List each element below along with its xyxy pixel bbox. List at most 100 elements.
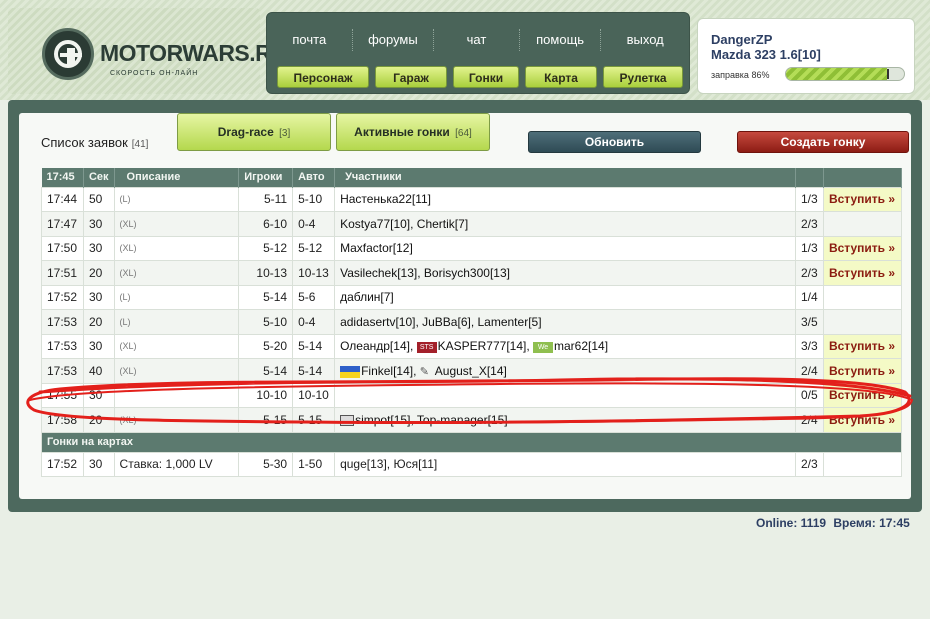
row-sec: 20 — [82, 309, 115, 335]
logo-text[interactable]: MOTORWARS.RU — [100, 40, 288, 67]
table-row[interactable]: 17:52 30 Ставка: 1,000 LV 5-30 1-50 quge[13],… — [41, 451, 903, 477]
table-row[interactable]: 17:44 50 (L) 5-11 5-10 Настенька22[11] 1/3 Всту… — [41, 186, 903, 212]
participant-link[interactable]: simpot[15], Top-manager[15] — [355, 413, 508, 427]
nav-button-races[interactable]: Гонки — [453, 66, 519, 88]
row-players: 10-10 — [238, 382, 294, 408]
row-auto: 0-4 — [292, 309, 336, 335]
row-desc: (L) — [113, 309, 240, 335]
clan-badge-icon: We — [533, 341, 554, 353]
header-join — [823, 168, 903, 187]
row-participants: даблин[7] — [334, 284, 796, 310]
row-players: 5-20 — [238, 333, 294, 359]
row-desc: (XL) — [113, 235, 240, 261]
participant-link[interactable]: adidasertv[10], JuBBa[6], Lamenter[5] — [340, 315, 541, 329]
row-count: 2/4 — [794, 358, 824, 384]
header-players[interactable]: Игроки — [238, 168, 294, 187]
join-button[interactable]: Вступить » — [822, 235, 903, 261]
row-auto: 0-4 — [292, 211, 336, 237]
participant-link[interactable]: Maxfactor[12] — [340, 241, 413, 255]
map-row-participants[interactable]: quge[13], Юся[11] — [334, 451, 796, 477]
header-auto[interactable]: Авто — [292, 168, 336, 187]
participant-link[interactable]: Настенька22[11] — [340, 192, 431, 206]
join-button[interactable]: Вступить » — [822, 358, 903, 384]
user-car[interactable]: Mazda 323 1.6[10] — [711, 47, 821, 62]
join-button[interactable]: Вступить » — [822, 382, 903, 408]
map-row-sec: 30 — [82, 451, 115, 477]
tab-active-races-label: Активные гонки — [354, 125, 450, 139]
row-time: 17:53 — [41, 358, 84, 384]
online-count: Online: 1119 — [756, 516, 827, 530]
nav-bottom-buttons: Персонаж Гараж Гонки Карта Рулетка — [277, 66, 683, 88]
fuel-progress-fill — [786, 68, 888, 80]
nav-link-mail[interactable]: почта — [267, 29, 353, 51]
list-title[interactable]: Список заявок [41] — [41, 135, 148, 150]
nav-link-chat[interactable]: чат — [434, 29, 520, 51]
participant-link[interactable]: KASPER777[14], — [438, 339, 533, 353]
tab-drag-race[interactable]: Drag-race [3] — [177, 113, 331, 151]
participant-link[interactable]: Kostya77[10], Chertik[7] — [340, 217, 468, 231]
row-participants: adidasertv[10], JuBBa[6], Lamenter[5] — [334, 309, 796, 335]
row-desc: (XL) — [113, 358, 240, 384]
row-participants: Олеандр[14], STS KASPER777[14], We mar62[1… — [334, 333, 796, 359]
participant-link[interactable]: Vasilechek[13], Borisych300[13] — [340, 266, 510, 280]
nav-button-character[interactable]: Персонаж — [277, 66, 369, 88]
table-row[interactable]: 17:50 30 (XL) 5-12 5-12 Maxfactor[12] 1/3 Вступ… — [41, 235, 903, 261]
table-row[interactable]: 17:55 30 10-10 10-10 0/5 Вступить » — [41, 382, 903, 408]
refresh-button[interactable]: Обновить — [528, 131, 701, 153]
nav-link-help[interactable]: помощь — [520, 29, 602, 51]
participant-link[interactable]: даблин[7] — [340, 290, 394, 304]
row-sec: 30 — [82, 211, 115, 237]
row-count: 1/4 — [794, 284, 824, 310]
header-participants[interactable]: Участники — [334, 168, 796, 187]
header-sec[interactable]: Сек — [83, 168, 115, 187]
join-button[interactable]: Вступить » — [822, 407, 903, 433]
join-button[interactable]: Вступить » — [822, 186, 903, 212]
row-desc: (L) — [113, 284, 240, 310]
table-row[interactable]: 17:53 30 (XL) 5-20 5-14 Олеандр[14], STS KASPE… — [41, 333, 903, 359]
join-button[interactable]: Вступить » — [822, 333, 903, 359]
row-auto: 5-12 — [292, 235, 336, 261]
header-desc[interactable]: Описание — [114, 168, 240, 187]
join-empty — [822, 284, 903, 310]
nav-link-forums[interactable]: форумы — [353, 29, 435, 51]
nav-link-logout[interactable]: выход — [601, 29, 689, 51]
row-players: 10-13 — [238, 260, 294, 286]
logo-icon[interactable] — [42, 28, 94, 80]
participant-link[interactable]: Finkel[14], — [361, 364, 420, 378]
row-count: 3/5 — [794, 309, 824, 335]
row-auto: 5-10 — [292, 186, 336, 212]
row-time: 17:53 — [41, 309, 84, 335]
row-players: 5-12 — [238, 235, 294, 261]
row-sec: 30 — [82, 382, 115, 408]
create-race-button[interactable]: Создать гонку — [737, 131, 909, 153]
row-time: 17:58 — [41, 407, 84, 433]
join-button[interactable]: Вступить » — [822, 260, 903, 286]
header-time[interactable]: 17:45 — [41, 168, 84, 187]
row-sec: 20 — [82, 260, 115, 286]
participant-link[interactable]: August_X[14] — [435, 364, 507, 378]
tab-active-races[interactable]: Активные гонки [64] — [336, 113, 490, 151]
map-row-players: 5-30 — [238, 451, 294, 477]
map-row-join — [822, 451, 903, 477]
row-auto: 5-14 — [292, 358, 336, 384]
table-row[interactable]: 17:52 30 (L) 5-14 5-6 даблин[7] 1/4 — [41, 284, 903, 310]
table-row[interactable]: 17:47 30 (XL) 6-10 0-4 Kostya77[10], Chertik[… — [41, 211, 903, 237]
row-time: 17:53 — [41, 333, 84, 359]
participant-link[interactable]: Олеандр[14], — [340, 339, 417, 353]
table-row[interactable]: 17:51 20 (XL) 10-13 10-13 Vasilechek[13], Bor… — [41, 260, 903, 286]
table-row[interactable]: 17:53 20 (L) 5-10 0-4 adidasertv[10], JuBBa[6… — [41, 309, 903, 335]
table-row[interactable]: 17:53 40 (XL) 5-14 5-14 Finkel[14], ✎ August_X… — [41, 358, 903, 384]
main-nav: почта форумы чат помощь выход Персонаж Г… — [266, 12, 690, 94]
nav-button-roulette[interactable]: Рулетка — [603, 66, 683, 88]
participant-link[interactable]: mar62[14] — [554, 339, 608, 353]
row-participants: Maxfactor[12] — [334, 235, 796, 261]
table-row[interactable]: 17:58 20 (XL) 5-15 5-15 simpot[15], Top-manag… — [41, 407, 903, 433]
races-table: 17:45 Сек Описание Игроки Авто Участники… — [41, 168, 903, 477]
nav-button-map[interactable]: Карта — [525, 66, 597, 88]
list-title-label: Список заявок — [41, 135, 128, 150]
table-header: 17:45 Сек Описание Игроки Авто Участники — [41, 168, 903, 187]
section-header: Гонки на картах — [41, 431, 902, 453]
user-name[interactable]: DangerZP — [711, 32, 772, 47]
status-bar: Online: 1119 Время: 17:45 — [752, 516, 910, 530]
nav-button-garage[interactable]: Гараж — [375, 66, 447, 88]
